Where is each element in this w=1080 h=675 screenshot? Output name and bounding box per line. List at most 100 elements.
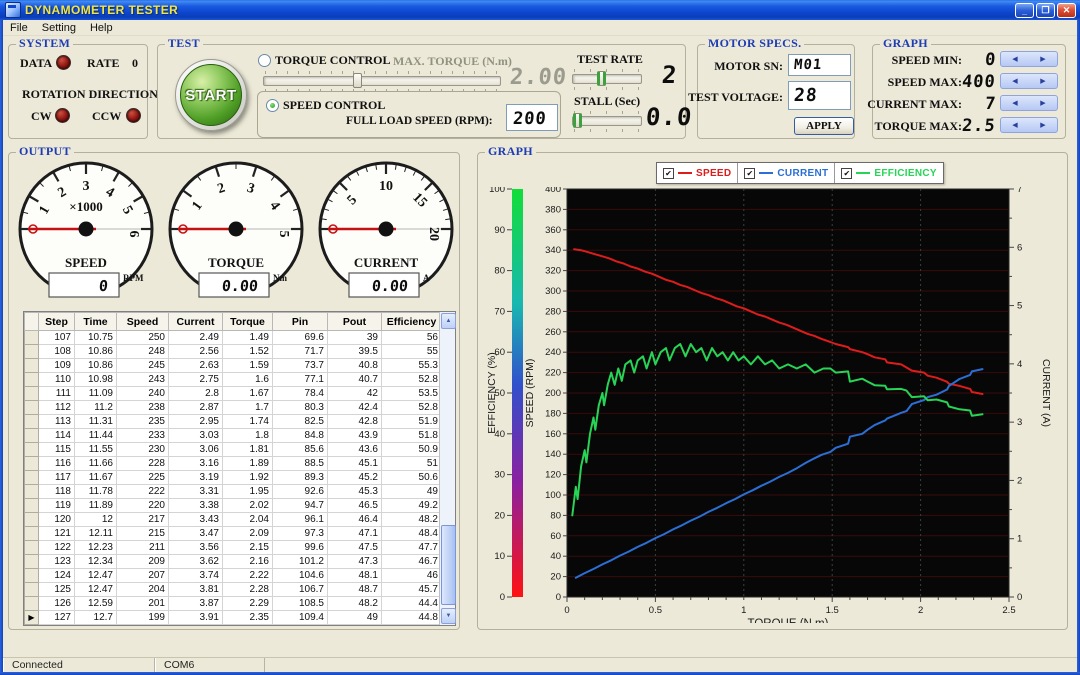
max-torque-slider-thumb[interactable] bbox=[353, 73, 363, 88]
table-row[interactable]: 110 10.98 243 2.75 1.6 77.1 40.7 52.8 bbox=[24, 372, 442, 387]
row-selector[interactable] bbox=[24, 568, 39, 583]
column-header-time[interactable]: Time bbox=[74, 312, 117, 331]
table-row[interactable]: 120 12 217 3.43 2.04 96.1 46.4 48.2 bbox=[24, 512, 442, 527]
table-row[interactable]: 122 12.23 211 3.56 2.15 99.6 47.5 47.7 bbox=[24, 540, 442, 555]
row-selector[interactable] bbox=[24, 344, 39, 359]
row-selector[interactable] bbox=[24, 470, 39, 485]
table-row[interactable]: 125 12.47 204 3.81 2.28 106.7 48.7 45.7 bbox=[24, 582, 442, 597]
slider-track[interactable] bbox=[572, 74, 642, 84]
motor-sn-input[interactable]: M01 bbox=[788, 54, 851, 76]
legend-checkbox[interactable]: ✔ bbox=[841, 167, 853, 179]
current-max-spinner[interactable]: ◀ ▶ bbox=[1000, 95, 1058, 111]
table-row[interactable]: 108 10.86 248 2.56 1.52 71.7 39.5 55 bbox=[24, 344, 442, 359]
table-row[interactable]: 124 12.47 207 3.74 2.22 104.6 48.1 46 bbox=[24, 568, 442, 583]
column-header-torque[interactable]: Torque bbox=[222, 312, 273, 331]
slider-track[interactable] bbox=[263, 76, 501, 86]
spinner-right-icon[interactable]: ▶ bbox=[1029, 74, 1057, 88]
table-row[interactable]: 112 11.2 238 2.87 1.7 80.3 42.4 52.8 bbox=[24, 400, 442, 415]
slider-track[interactable] bbox=[572, 116, 642, 126]
table-row[interactable]: 111 11.09 240 2.8 1.67 78.4 42 53.5 bbox=[24, 386, 442, 401]
start-button[interactable]: START bbox=[180, 64, 242, 126]
speed-max-spinner[interactable]: ◀ ▶ bbox=[1000, 73, 1058, 89]
spinner-right-icon[interactable]: ▶ bbox=[1029, 52, 1057, 66]
spinner-right-icon[interactable]: ▶ bbox=[1029, 118, 1057, 132]
close-button[interactable]: ✕ bbox=[1057, 3, 1076, 18]
row-selector[interactable] bbox=[24, 456, 39, 471]
scrollbar-thumb[interactable] bbox=[441, 524, 456, 606]
test-rate-slider[interactable] bbox=[572, 69, 642, 90]
test-voltage-input[interactable]: 28 bbox=[788, 81, 851, 110]
torque-max-spinner[interactable]: ◀ ▶ bbox=[1000, 117, 1058, 133]
row-selector[interactable] bbox=[24, 596, 39, 611]
table-row[interactable]: 116 11.66 228 3.16 1.89 88.5 45.1 51 bbox=[24, 456, 442, 471]
table-cell: 11.78 bbox=[74, 484, 117, 499]
speed-min-spinner[interactable]: ◀ ▶ bbox=[1000, 51, 1058, 67]
column-header-step[interactable]: Step bbox=[38, 312, 75, 331]
rate-label: RATE bbox=[87, 56, 120, 70]
row-selector[interactable] bbox=[24, 526, 39, 541]
apply-button[interactable]: APPLY bbox=[794, 117, 854, 135]
max-torque-slider[interactable] bbox=[263, 71, 501, 92]
row-selector[interactable] bbox=[24, 372, 39, 387]
column-header-speed[interactable]: Speed bbox=[116, 312, 169, 331]
spinner-left-icon[interactable]: ◀ bbox=[1001, 96, 1029, 110]
row-selector[interactable] bbox=[24, 582, 39, 597]
table-scrollbar[interactable]: ▲ ▼ bbox=[439, 312, 456, 625]
row-selector[interactable] bbox=[24, 512, 39, 527]
row-selector[interactable] bbox=[24, 358, 39, 373]
table-row[interactable]: 117 11.67 225 3.19 1.92 89.3 45.2 50.6 bbox=[24, 470, 442, 485]
menu-setting[interactable]: Setting bbox=[35, 22, 83, 34]
spinner-right-icon[interactable]: ▶ bbox=[1029, 96, 1057, 110]
table-row[interactable]: 115 11.55 230 3.06 1.81 85.6 43.6 50.9 bbox=[24, 442, 442, 457]
restore-button[interactable]: ❐ bbox=[1036, 3, 1055, 18]
legend-checkbox[interactable]: ✔ bbox=[744, 167, 756, 179]
table-cell: 250 bbox=[116, 330, 169, 345]
test-rate-slider-thumb[interactable] bbox=[596, 71, 606, 86]
scroll-up-icon[interactable]: ▲ bbox=[441, 313, 456, 329]
table-cell: 49 bbox=[381, 484, 442, 499]
row-selector[interactable] bbox=[24, 554, 39, 569]
data-label: DATA bbox=[20, 56, 53, 70]
column-header-pout[interactable]: Pout bbox=[327, 312, 382, 331]
legend-checkbox[interactable]: ✔ bbox=[663, 167, 674, 179]
torque-control-radio[interactable] bbox=[258, 54, 271, 67]
table-row[interactable]: 123 12.34 209 3.62 2.16 101.2 47.3 46.7 bbox=[24, 554, 442, 569]
row-selector[interactable] bbox=[24, 330, 39, 345]
table-row[interactable]: 109 10.86 245 2.63 1.59 73.7 40.8 55.3 bbox=[24, 358, 442, 373]
speed-control-radio[interactable] bbox=[266, 99, 279, 112]
minimize-button[interactable]: _ bbox=[1015, 3, 1034, 18]
row-selector[interactable] bbox=[24, 386, 39, 401]
spinner-left-icon[interactable]: ◀ bbox=[1001, 52, 1029, 66]
row-selector[interactable] bbox=[24, 484, 39, 499]
stall-slider-thumb[interactable] bbox=[573, 113, 583, 128]
row-selector[interactable] bbox=[24, 498, 39, 513]
row-selector[interactable] bbox=[24, 540, 39, 555]
spinner-left-icon[interactable]: ◀ bbox=[1001, 118, 1029, 132]
table-cell: 3.87 bbox=[168, 596, 223, 611]
table-row[interactable]: 107 10.75 250 2.49 1.49 69.6 39 56 bbox=[24, 330, 442, 345]
table-row[interactable]: 126 12.59 201 3.87 2.29 108.5 48.2 44.4 bbox=[24, 596, 442, 611]
row-selector[interactable]: ▶ bbox=[24, 610, 39, 625]
table-row[interactable]: 114 11.44 233 3.03 1.8 84.8 43.9 51.8 bbox=[24, 428, 442, 443]
row-selector[interactable] bbox=[24, 442, 39, 457]
table-row[interactable]: 121 12.11 215 3.47 2.09 97.3 47.1 48.4 bbox=[24, 526, 442, 541]
table-cell: 104.6 bbox=[272, 568, 328, 583]
row-selector[interactable] bbox=[24, 400, 39, 415]
scroll-down-icon[interactable]: ▼ bbox=[441, 608, 456, 624]
stall-slider[interactable] bbox=[572, 111, 642, 132]
column-header-pin[interactable]: Pin bbox=[272, 312, 328, 331]
table-row[interactable]: 118 11.78 222 3.31 1.95 92.6 45.3 49 bbox=[24, 484, 442, 499]
table-row[interactable]: 113 11.31 235 2.95 1.74 82.5 42.8 51.9 bbox=[24, 414, 442, 429]
column-header-current[interactable]: Current bbox=[168, 312, 223, 331]
spinner-left-icon[interactable]: ◀ bbox=[1001, 74, 1029, 88]
table-cell: 1.6 bbox=[222, 372, 273, 387]
table-row[interactable]: 119 11.89 220 3.38 2.02 94.7 46.5 49.2 bbox=[24, 498, 442, 513]
column-header-efficiency[interactable]: Efficiency bbox=[381, 312, 442, 331]
full-load-speed-input[interactable]: 200 bbox=[506, 104, 558, 131]
table-row[interactable]: ▶ 127 12.7 199 3.91 2.35 109.4 49 44.8 bbox=[24, 610, 442, 625]
table-cell: 48.7 bbox=[327, 582, 382, 597]
menu-help[interactable]: Help bbox=[83, 22, 120, 34]
row-selector[interactable] bbox=[24, 414, 39, 429]
menu-file[interactable]: File bbox=[3, 22, 35, 34]
row-selector[interactable] bbox=[24, 428, 39, 443]
